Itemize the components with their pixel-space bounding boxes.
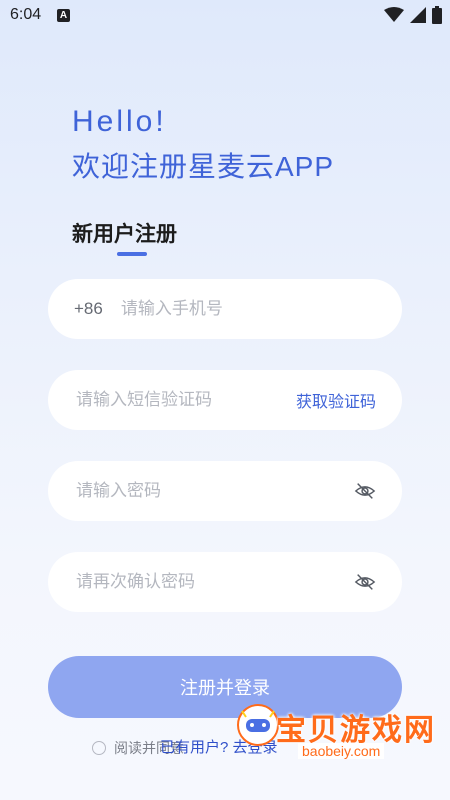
phone-input[interactable] <box>118 298 376 320</box>
signal-icon <box>410 7 426 23</box>
password-input[interactable] <box>74 480 354 502</box>
battery-icon <box>432 6 442 24</box>
status-bar: 6:04 A <box>0 0 450 32</box>
register-screen: 6:04 A Hello! 欢迎注册星麦云APP 新用户注册 +86 获取验证码 <box>0 0 450 800</box>
agreement-radio[interactable] <box>92 741 106 755</box>
eye-off-icon[interactable] <box>354 480 376 502</box>
confirm-password-field <box>48 552 402 612</box>
gamepad-mascot-icon <box>237 704 279 746</box>
wifi-icon <box>384 7 404 22</box>
password-field <box>48 461 402 521</box>
eye-off-icon[interactable] <box>354 571 376 593</box>
title-underline <box>117 252 147 256</box>
sms-code-input[interactable] <box>74 389 296 411</box>
welcome-text: 欢迎注册星麦云APP <box>72 151 335 182</box>
phone-field: +86 <box>48 279 402 339</box>
watermark-url: baobeiy.com <box>298 743 385 759</box>
section-title: 新用户注册 <box>72 223 177 246</box>
confirm-password-input[interactable] <box>74 571 354 593</box>
system-icons <box>384 6 442 24</box>
sms-code-field: 获取验证码 <box>48 370 402 430</box>
get-code-button[interactable]: 获取验证码 <box>296 388 376 412</box>
hello-text: Hello! <box>72 105 167 138</box>
watermark: 宝贝游戏网 baobeiy.com <box>237 704 446 785</box>
status-time: 6:04 <box>10 6 42 23</box>
country-code-prefix: +86 <box>74 299 103 318</box>
notification-a-icon: A <box>57 9 70 22</box>
headline: Hello! 欢迎注册星麦云APP <box>72 105 334 185</box>
